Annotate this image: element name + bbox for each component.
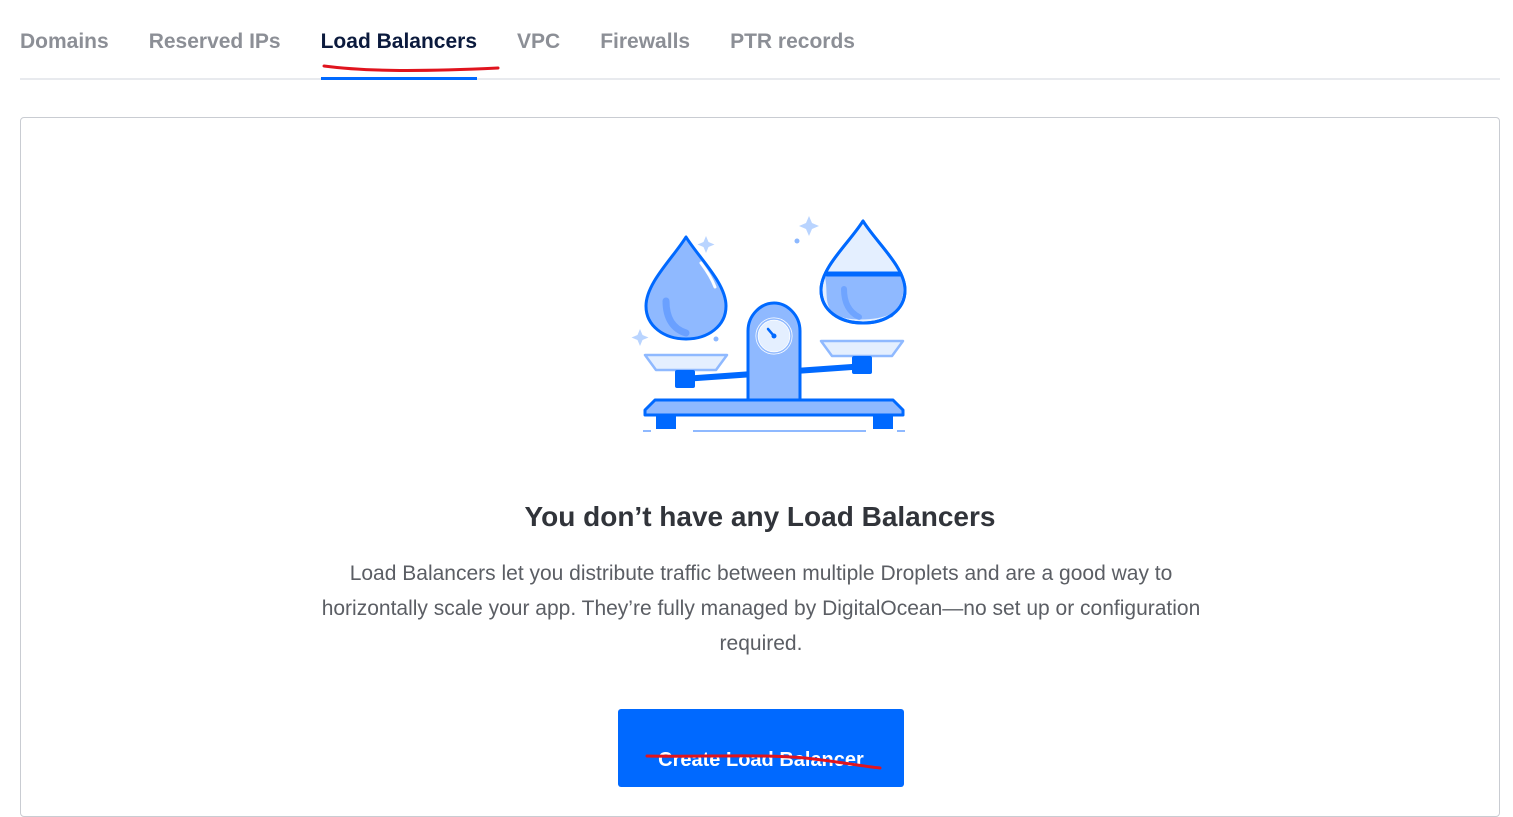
- tab-label: Load Balancers: [320, 30, 478, 53]
- empty-state-title: You don’t have any Load Balancers: [524, 501, 996, 532]
- annotation-underline-button: [645, 754, 882, 770]
- tab-label: Domains: [20, 30, 109, 53]
- tab-domains[interactable]: Domains: [20, 0, 109, 78]
- balance-scale-droplets-icon: [631, 216, 907, 432]
- tab-vpc[interactable]: VPC: [517, 0, 560, 78]
- annotation-underline-tab: [322, 64, 500, 72]
- empty-state-card: You don’t have any Load Balancers Load B…: [20, 117, 1500, 817]
- tab-bar: Domains Reserved IPs Load Balancers VPC …: [20, 0, 1500, 80]
- tab-label: PTR records: [730, 30, 855, 53]
- tab-reserved-ips[interactable]: Reserved IPs: [149, 0, 281, 78]
- tab-list: Domains Reserved IPs Load Balancers VPC …: [20, 0, 1500, 80]
- tab-firewalls[interactable]: Firewalls: [600, 0, 690, 78]
- tab-label: Reserved IPs: [148, 30, 281, 53]
- tab-label: Firewalls: [600, 30, 691, 53]
- empty-state-description: Load Balancers let you distribute traffi…: [321, 562, 1201, 655]
- tab-ptr-records[interactable]: PTR records: [730, 0, 855, 78]
- create-load-balancer-button[interactable]: Create Load Balancer: [618, 709, 904, 787]
- tab-label: VPC: [517, 30, 561, 53]
